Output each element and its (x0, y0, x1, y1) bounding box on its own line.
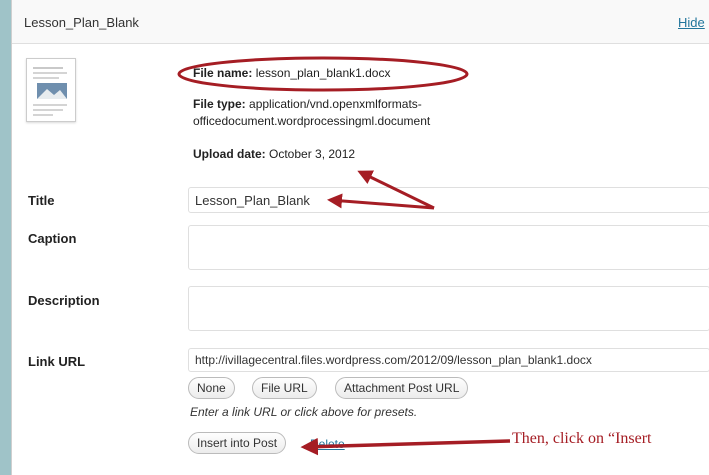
document-thumbnail-icon (26, 58, 76, 122)
media-item-panel: Lesson_Plan_Blank Hide File name: lesson… (11, 0, 709, 475)
link-url-help-text: Enter a link URL or click above for pres… (190, 405, 418, 419)
description-textarea[interactable] (188, 286, 709, 331)
link-url-label: Link URL (28, 354, 86, 369)
hide-link[interactable]: Hide (678, 15, 705, 30)
file-name-row: File name: lesson_plan_blank1.docx (193, 65, 390, 82)
attachment-post-url-button[interactable]: Attachment Post URL (335, 377, 469, 399)
link-url-input[interactable] (188, 348, 709, 372)
insert-into-post-button[interactable]: Insert into Post (188, 432, 287, 454)
title-label: Title (28, 193, 55, 208)
media-item-title: Lesson_Plan_Blank (24, 15, 139, 30)
callout-text: Then, click on “Insert (512, 430, 652, 447)
file-url-button[interactable]: File URL (252, 377, 317, 399)
file-type-row: File type: application/vnd.openxmlformat… (193, 96, 430, 130)
delete-link[interactable]: Delete (310, 437, 345, 451)
none-button[interactable]: None (188, 377, 235, 399)
file-name-value: lesson_plan_blank1.docx (255, 66, 391, 80)
file-type-label: File type: (193, 97, 246, 111)
file-type-value-line1: application/vnd.openxmlformats- (249, 97, 422, 111)
description-label: Description (28, 293, 100, 308)
caption-label: Caption (28, 231, 77, 246)
upload-date-label: Upload date: (193, 147, 266, 161)
media-item-header: Lesson_Plan_Blank Hide (12, 0, 709, 44)
upload-date-value: October 3, 2012 (269, 147, 356, 161)
caption-textarea[interactable] (188, 225, 709, 270)
file-type-value-line2: officedocument.wordprocessingml.document (193, 114, 431, 128)
upload-date-row: Upload date: October 3, 2012 (193, 146, 355, 163)
title-input[interactable] (188, 187, 709, 213)
file-name-label: File name: (193, 66, 253, 80)
